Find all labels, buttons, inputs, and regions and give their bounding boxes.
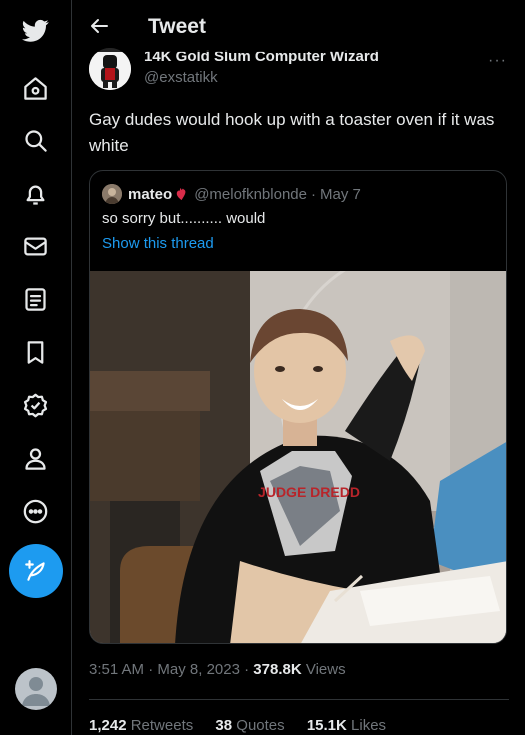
tweet-text: Gay dudes would hook up with a toaster o… xyxy=(89,110,495,155)
likes-count: 15.1K xyxy=(306,717,347,734)
quoted-tweet-text: so sorry but.......... would xyxy=(102,210,266,227)
notifications-icon[interactable] xyxy=(18,177,52,211)
separator-dot: · xyxy=(310,185,316,203)
retweets-count: 1,242 xyxy=(89,717,127,734)
tweet-detail: 14K Gold Slum Computer Wizard @exstatikk… xyxy=(73,0,525,735)
compose-tweet-button[interactable] xyxy=(9,544,63,598)
top-bar: Tweet xyxy=(73,0,525,52)
quill-icon xyxy=(25,560,45,581)
back-arrow-icon[interactable] xyxy=(87,14,111,38)
more-options-icon[interactable]: ··· xyxy=(488,52,507,70)
quoted-tweet-photo[interactable]: JUDGE DREDD xyxy=(90,271,507,644)
tweet-time[interactable]: 3:51 AM xyxy=(89,661,144,678)
likes-stat[interactable]: 15.1K Likes xyxy=(307,717,386,734)
home-icon[interactable] xyxy=(18,71,52,105)
shirt-print-text: JUDGE DREDD xyxy=(258,484,360,500)
verified-icon[interactable] xyxy=(18,388,52,422)
twitter-logo-icon[interactable] xyxy=(18,12,52,46)
separator-dot: · xyxy=(244,661,250,678)
account-avatar[interactable] xyxy=(15,668,57,710)
quotes-stat[interactable]: 38 Quotes xyxy=(215,717,284,734)
bookmarks-icon[interactable] xyxy=(18,335,52,369)
messages-icon[interactable] xyxy=(18,229,52,263)
views-label: Views xyxy=(305,661,346,678)
retweets-label: Retweets xyxy=(130,717,194,734)
author-avatar[interactable] xyxy=(89,48,131,90)
quoted-author-avatar xyxy=(102,184,122,204)
quoted-author-handle: @melofknblonde xyxy=(194,185,307,203)
views-count: 378.8K xyxy=(253,661,302,678)
tweet-stats: 1,242 Retweets 38 Quotes 15.1K Likes xyxy=(89,717,404,734)
likes-label: Likes xyxy=(351,717,387,734)
profile-icon[interactable] xyxy=(18,441,52,475)
explore-icon[interactable] xyxy=(18,123,52,157)
quotes-count: 38 xyxy=(215,717,233,734)
quoted-author-name: mateo xyxy=(128,185,173,203)
tweet-date[interactable]: May 8, 2023 xyxy=(157,661,240,678)
more-icon[interactable] xyxy=(18,494,52,528)
author-handle[interactable]: @exstatikk xyxy=(144,69,218,86)
lists-icon[interactable] xyxy=(18,282,52,316)
left-nav xyxy=(0,0,72,735)
anatomical-heart-icon xyxy=(175,187,188,201)
quoted-tweet-date: May 7 xyxy=(319,185,361,203)
quoted-tweet[interactable]: mateo @melofknblonde · May 7 so sorry bu… xyxy=(89,170,507,644)
page-title: Tweet xyxy=(148,15,206,38)
quoted-tweet-header: mateo @melofknblonde · May 7 xyxy=(102,184,361,204)
tweet-meta: 3:51 AM · May 8, 2023 · 378.8K Views xyxy=(89,661,346,678)
quotes-label: Quotes xyxy=(236,717,285,734)
show-thread-link[interactable]: Show this thread xyxy=(102,235,214,252)
separator-dot: · xyxy=(148,661,154,678)
divider xyxy=(89,699,509,700)
retweets-stat[interactable]: 1,242 Retweets xyxy=(89,717,193,734)
